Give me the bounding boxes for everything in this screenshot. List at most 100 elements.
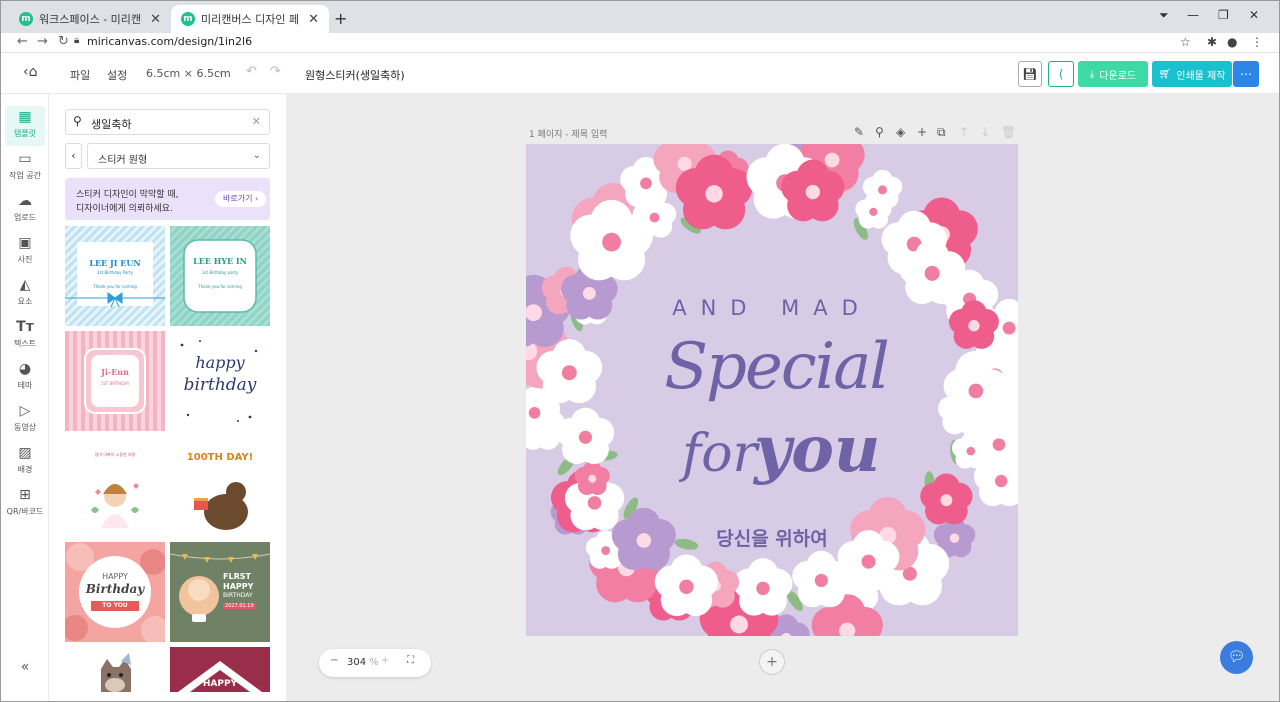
chevron-down-icon[interactable]: ⌄ xyxy=(217,67,225,77)
rail-item-photo[interactable]: ▣ 사진 xyxy=(5,232,45,272)
search-input[interactable]: ⚲ 생일축하 ✕ xyxy=(65,109,270,135)
rail-item-text[interactable]: Tт 텍스트 xyxy=(5,316,45,356)
profile-dropdown-icon[interactable]: ⏷ xyxy=(1159,8,1169,23)
template-thumb-happy[interactable]: HAPPY xyxy=(170,647,270,692)
thumb-text: Thank you for coming xyxy=(93,284,137,289)
template-thumb-mom-dad[interactable]: 엄마 아빠의 소중한 보물 xyxy=(65,436,165,536)
rail-item-workspace[interactable]: ▭ 작업 공간 xyxy=(5,148,45,188)
home-icon[interactable]: ‹⌂ xyxy=(23,64,38,80)
fullscreen-icon[interactable]: ⛶ xyxy=(407,655,414,666)
page-number: 1 페이지 xyxy=(529,130,563,140)
rail-item-qr[interactable]: ⊞ QR/바코드 xyxy=(5,484,45,524)
new-tab-button[interactable]: + xyxy=(334,9,347,28)
chat-support-button[interactable]: 💬︎ xyxy=(1220,641,1253,674)
category-select[interactable]: 스티커 원형 ⌄ xyxy=(87,143,270,169)
redo-icon[interactable]: ↷ xyxy=(270,64,281,79)
trash-icon[interactable]: 🗑︎ xyxy=(1001,125,1016,139)
flower-center xyxy=(992,438,1006,451)
rail-item-template[interactable]: ▦ 템플릿 xyxy=(5,106,45,146)
promo-go-button[interactable]: 바로가기 › xyxy=(215,191,267,207)
template-thumb-happy-birthday-to-you[interactable]: HAPPY Birthday TO YOU xyxy=(65,542,165,642)
template-thumb-lee-hye-in[interactable]: LEE HYE IN 1st Birthday party Thank you … xyxy=(170,226,270,326)
extensions-icon[interactable]: ✱ xyxy=(1207,35,1217,49)
share-button[interactable]: ⟨ xyxy=(1048,61,1074,87)
menu-file[interactable]: 파일 xyxy=(70,67,90,83)
forward-icon[interactable]: → xyxy=(37,34,48,49)
rail-item-upload[interactable]: ☁ 업로드 xyxy=(5,190,45,230)
editor-header: ‹⌂ 파일 설정 6.5cm × 6.5cm ⌄ ↶ ↷ 원형스티커(생일축하)… xyxy=(1,54,1279,94)
template-thumb-lee-ji-eun[interactable]: LEE JI EUN 1st Birthday Party Thank you … xyxy=(65,226,165,326)
korean-text[interactable]: 당신을 위하여 xyxy=(526,524,1018,551)
clear-icon[interactable]: ✕ xyxy=(252,115,261,128)
search-value: 생일축하 xyxy=(91,118,132,131)
zoom-value[interactable]: 304 % xyxy=(347,657,379,668)
url-field[interactable]: miricanvas.com/design/1in2l6 xyxy=(87,35,252,48)
rail-label: 요소 xyxy=(17,297,33,306)
special-text[interactable]: Special xyxy=(656,330,896,404)
close-icon[interactable]: ✕ xyxy=(308,12,319,27)
flower-center xyxy=(869,207,878,216)
add-page-icon[interactable]: + xyxy=(917,125,927,139)
browser-menu-icon[interactable]: ⋮ xyxy=(1251,35,1263,49)
pin-icon[interactable]: ⚲ xyxy=(875,125,884,139)
save-button[interactable]: 💾︎ xyxy=(1018,61,1042,87)
bookmark-star-icon[interactable]: ☆ xyxy=(1180,35,1191,49)
zoom-out-icon[interactable]: − xyxy=(330,655,338,666)
minimize-icon[interactable]: — xyxy=(1187,8,1199,22)
flower-center xyxy=(1002,321,1016,335)
rail-label: 텍스트 xyxy=(13,339,37,348)
document-title[interactable]: 원형스티커(생일축하) xyxy=(305,67,405,83)
thumb-text: HAPPY xyxy=(223,582,254,591)
duplicate-icon[interactable]: ⧉ xyxy=(937,125,946,140)
close-icon[interactable]: ✕ xyxy=(150,12,161,27)
flower-center xyxy=(578,430,592,444)
profile-avatar-icon[interactable]: ● xyxy=(1227,35,1237,49)
more-options-button[interactable]: ⋯ xyxy=(1233,61,1259,87)
reload-icon[interactable]: ↻ xyxy=(58,34,69,49)
you-text[interactable]: you xyxy=(754,412,880,487)
design-canvas[interactable]: AND MAD Special for you 당신을 위하여 xyxy=(526,144,1018,636)
menu-settings[interactable]: 설정 xyxy=(107,67,127,83)
undo-icon[interactable]: ↶ xyxy=(246,64,257,79)
photo-icon: ▣ xyxy=(18,235,32,251)
rail-item-video[interactable]: ▷ 동영상 xyxy=(5,400,45,440)
template-thumb-ji-eun[interactable]: Ji-Eun 1ST BIRTHDAY xyxy=(65,331,165,431)
template-thumb-100th-day[interactable]: 100TH DAY! xyxy=(170,436,270,536)
rail-item-theme[interactable]: ◕ 테마 xyxy=(5,358,45,398)
tab-design-page[interactable]: m 미리캔버스 디자인 페이지 ✕ xyxy=(171,5,329,33)
lock-icon[interactable]: 🔒︎ xyxy=(74,35,79,46)
move-down-icon[interactable]: ↓ xyxy=(980,125,990,139)
print-order-button[interactable]: 🛒︎ 인쇄물 제작 xyxy=(1152,61,1232,87)
download-button[interactable]: ⤓ 다운로드 xyxy=(1078,61,1148,87)
template-thumb-cat[interactable] xyxy=(65,647,165,692)
page-title-input[interactable]: 제목 입력 xyxy=(571,130,607,140)
download-label: 다운로드 xyxy=(1099,70,1137,82)
tab-workspace[interactable]: m 워크스페이스 - 미리캔버스 ✕ xyxy=(9,5,171,33)
close-window-icon[interactable]: ✕ xyxy=(1249,8,1259,22)
flower-center xyxy=(924,265,940,281)
arc-text[interactable]: AND MAD xyxy=(526,296,1018,320)
add-page-button[interactable]: + xyxy=(759,649,785,675)
for-text[interactable]: for xyxy=(682,424,757,484)
save-icon: 💾︎ xyxy=(1022,67,1038,81)
thumb-art xyxy=(101,653,131,692)
template-thumb-happy-birthday[interactable]: happy birthday xyxy=(170,331,270,431)
move-up-icon[interactable]: ↑ xyxy=(959,125,969,139)
thumb-text: 1st Birthday party xyxy=(201,270,239,275)
rail-item-elements[interactable]: ◭ 요소 xyxy=(5,274,45,314)
zoom-in-icon[interactable]: + xyxy=(381,655,389,666)
thumb-art xyxy=(183,239,257,313)
download-icon: ⤓ xyxy=(1089,68,1095,80)
canvas-workspace: 1 페이지 - 제목 입력 ✎ ⚲ ◈ + ⧉ ↑ ↓ 🗑︎ AND MAD S… xyxy=(286,94,1279,701)
left-rail: ▦ 템플릿 ▭ 작업 공간 ☁ 업로드 ▣ 사진 ◭ 요소 Tт 텍스트 ◕ 테마 ▷ 동영상 … xyxy=(1,94,49,701)
rail-item-background[interactable]: ▨ 배경 xyxy=(5,442,45,482)
back-button[interactable]: ‹ xyxy=(65,143,82,169)
fill-icon[interactable]: ◈ xyxy=(896,125,905,139)
chat-icon: 💬︎ xyxy=(1227,649,1246,665)
memo-icon[interactable]: ✎ xyxy=(854,125,864,139)
page-label: 1 페이지 - 제목 입력 xyxy=(529,130,608,140)
template-thumb-first-birthday[interactable]: FLRST HAPPY BIRTHDAY 2027.01.19 xyxy=(170,542,270,642)
collapse-panel-icon[interactable]: « xyxy=(5,659,45,699)
restore-icon[interactable]: ❐ xyxy=(1218,8,1229,22)
back-icon[interactable]: ← xyxy=(17,34,28,49)
